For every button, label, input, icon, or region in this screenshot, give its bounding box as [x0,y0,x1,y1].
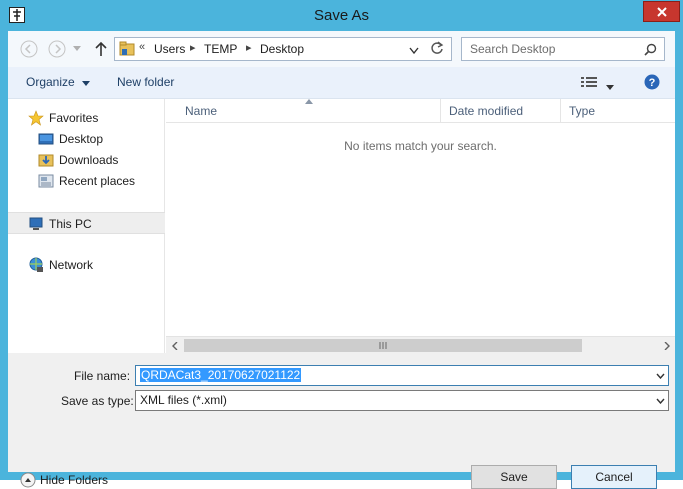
search-icon [644,43,657,56]
window-title: Save As [313,7,370,24]
organize-label: Organize [26,75,75,89]
close-icon [656,6,667,17]
title-bar[interactable]: Save As [0,0,683,32]
organize-menu[interactable]: Organize [26,75,91,89]
nav-item-recent-places[interactable]: Recent places [8,171,165,191]
up-button[interactable] [90,38,112,60]
navigation-pane[interactable]: Favorites Desktop Downloads Recent place… [8,99,165,353]
forward-button[interactable] [46,38,68,60]
sort-ascending-icon [305,99,313,104]
breadcrumb-separator-icon: ▸ [190,42,196,54]
save-type-value: XML files (*.xml) [140,393,227,407]
chevron-down-icon [82,81,91,86]
file-name-label: File name: [74,369,131,383]
chevron-down-icon [606,85,614,90]
breadcrumb-temp[interactable]: TEMP [204,42,237,56]
dialog-client: « Users ▸ TEMP ▸ Desktop Search Desktop [8,31,675,489]
nav-label-this-pc: This PC [49,217,92,231]
close-button[interactable] [643,1,680,22]
refresh-button[interactable] [430,41,444,58]
nav-item-favorites[interactable]: Favorites [8,108,165,128]
column-date-label: Date modified [449,104,524,118]
save-form: File name: QRDACat3_20170627021122 Save … [8,353,675,489]
nav-item-network[interactable]: Network [8,255,165,275]
cancel-button-label: Cancel [595,470,633,484]
folder-icon [119,41,135,56]
nav-label-recent-places: Recent places [59,174,136,188]
save-type-label: Save as type: [61,394,134,408]
chevron-down-icon [73,46,81,51]
downloads-icon [38,154,54,167]
chevron-left-icon [171,341,177,350]
svg-text:?: ? [649,77,656,89]
breadcrumb-desktop[interactable]: Desktop [260,42,304,56]
save-type-select[interactable]: XML files (*.xml) [135,390,669,411]
chevron-up-circle-icon [20,472,36,488]
column-name-label: Name [185,104,218,118]
network-icon [29,257,43,272]
save-button[interactable]: Save [471,465,557,489]
back-arrow-icon [20,40,38,58]
file-list[interactable]: Name Date modified Type No items match y… [166,99,675,353]
view-dropdown-button[interactable] [606,79,614,93]
recent-places-icon [38,174,54,188]
chevron-down-icon [409,47,419,55]
chevron-down-icon [655,373,665,379]
column-type-label: Type [569,104,596,118]
this-pc-icon [29,217,43,230]
chevron-right-icon [664,341,670,350]
file-name-value: QRDACat3_20170627021122 [140,368,302,382]
nav-label-network: Network [49,258,94,272]
help-button[interactable]: ? [644,74,660,93]
star-icon [28,110,44,126]
nav-label-desktop: Desktop [59,132,104,146]
nav-item-this-pc[interactable]: This PC [8,212,165,234]
refresh-icon [431,41,444,54]
breadcrumb-users[interactable]: Users [154,42,185,56]
search-input[interactable]: Search Desktop [461,37,665,61]
desktop-icon [38,133,54,145]
nav-item-downloads[interactable]: Downloads [8,150,165,170]
view-options-button[interactable] [581,76,597,91]
address-dropdown-button[interactable] [409,44,419,58]
scroll-left-button[interactable] [166,337,183,354]
address-row: « Users ▸ TEMP ▸ Desktop Search Desktop [8,31,675,67]
column-header-type[interactable]: Type [561,99,675,123]
back-button[interactable] [18,38,40,60]
search-placeholder: Search Desktop [470,42,556,56]
breadcrumb-overflow[interactable]: « [139,41,145,53]
column-header-name[interactable]: Name [166,99,441,123]
view-details-icon [581,77,597,87]
new-folder-button[interactable]: New folder [117,75,174,89]
help-icon: ? [644,74,660,90]
nav-label-downloads: Downloads [59,153,119,167]
horizontal-scrollbar[interactable] [166,336,675,353]
hide-folders-label: Hide Folders [40,473,109,487]
cancel-button[interactable]: Cancel [571,465,657,489]
nav-item-desktop[interactable]: Desktop [8,129,165,149]
column-header-date-modified[interactable]: Date modified [441,99,561,123]
save-button-label: Save [500,470,528,484]
up-arrow-icon [95,41,107,56]
nav-label-favorites: Favorites [49,111,99,125]
forward-arrow-icon [48,40,66,58]
save-type-dropdown-button[interactable] [652,391,668,410]
recent-locations-button[interactable] [70,38,84,60]
scroll-right-button[interactable] [658,337,675,354]
address-bar[interactable]: « Users ▸ TEMP ▸ Desktop [114,37,452,61]
file-name-field[interactable]: QRDACat3_20170627021122 [135,365,669,386]
grip-icon [379,342,387,349]
scroll-thumb[interactable] [184,339,582,352]
chevron-down-icon [655,398,665,404]
breadcrumb-separator-icon: ▸ [246,42,252,54]
save-as-dialog: Save As « Users ▸ TEMP ▸ Desktop Search … [0,0,683,489]
empty-message: No items match your search. [344,139,497,153]
command-bar: Organize New folder ? [8,67,675,99]
file-name-dropdown-button[interactable] [652,366,668,385]
